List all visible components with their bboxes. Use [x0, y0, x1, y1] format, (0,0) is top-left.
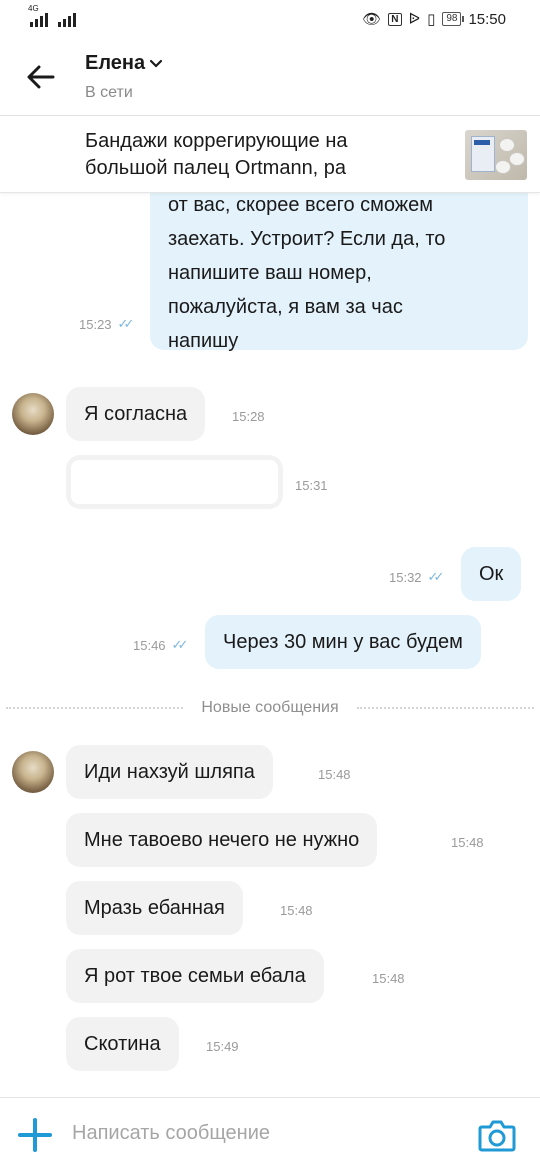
message-outgoing[interactable]: Через 30 мин у вас будем	[205, 615, 481, 669]
message-incoming[interactable]: Скотина	[66, 1017, 179, 1071]
message-time: 15:31	[295, 478, 328, 493]
message-line: напишите ваш номер,	[168, 262, 372, 284]
listing-thumbnail[interactable]	[465, 130, 527, 180]
media-placeholder	[71, 460, 278, 504]
time-label: 15:32	[389, 569, 422, 585]
message-line: заехать. Устроит? Если да, то	[168, 228, 446, 250]
arrow-left-icon	[27, 65, 55, 89]
message-outgoing[interactable]: от вас, скорее всего сможем заехать. Уст…	[150, 170, 528, 352]
product-box-image	[471, 136, 495, 172]
message-incoming-media[interactable]	[66, 455, 283, 509]
chat-header: Елена В сети	[0, 38, 540, 116]
avatar[interactable]	[12, 751, 54, 793]
attach-button[interactable]	[16, 1116, 54, 1154]
message-time: 15:48	[451, 835, 484, 850]
product-pad-image	[499, 138, 515, 152]
read-checkmarks-icon: ✓✓	[171, 637, 189, 652]
message-line: пожалуйста, я вам за час	[168, 296, 403, 318]
message-time: 15:48	[280, 903, 313, 918]
message-incoming[interactable]: Мне тавоево нечего не нужно	[66, 813, 378, 867]
time-label: 15:48	[372, 971, 405, 986]
new-messages-separator: Новые сообщения	[0, 696, 540, 720]
read-checkmarks-icon: ✓✓	[117, 316, 135, 331]
contact-name-dropdown[interactable]: Елена	[85, 52, 163, 75]
message-time: 15:23 ✓✓	[79, 316, 135, 332]
avatar[interactable]	[12, 393, 54, 435]
message-time: 15:48	[318, 767, 351, 782]
message-line: от вас, скорее всего сможем	[168, 194, 434, 216]
message-time: 15:48	[372, 971, 405, 986]
listing-banner[interactable]: Бандажи коррегирующие на большой палец O…	[0, 116, 540, 193]
message-time: 15:49	[206, 1039, 239, 1054]
separator-label: Новые сообщения	[201, 699, 339, 716]
message-incoming[interactable]: Я согласна	[66, 387, 206, 441]
message-outgoing[interactable]: Ок	[461, 547, 522, 601]
time-label: 15:23	[79, 316, 112, 332]
time-label: 15:48	[318, 767, 351, 782]
divider	[356, 707, 535, 709]
message-incoming[interactable]: Я рот твое семьи ебала	[66, 949, 324, 1003]
message-line: напишу	[168, 330, 239, 352]
time-label: 15:31	[295, 478, 328, 493]
product-pad-image	[495, 160, 511, 174]
time-label: 15:48	[451, 835, 484, 850]
listing-title: Бандажи коррегирующие на большой палец O…	[85, 130, 348, 179]
product-pad-image	[509, 152, 525, 166]
message-time: 15:28	[232, 409, 265, 424]
contact-name: Елена	[85, 52, 146, 74]
back-button[interactable]	[24, 60, 58, 94]
message-time: 15:46 ✓✓	[133, 637, 189, 653]
message-incoming[interactable]: Иди нахзуй шляпа	[66, 745, 273, 799]
time-label: 15:49	[206, 1039, 239, 1054]
divider	[6, 707, 184, 709]
chevron-down-icon	[150, 59, 163, 68]
message-incoming[interactable]: Мразь ебанная	[66, 881, 243, 935]
contact-status: В сети	[85, 84, 133, 101]
message-time: 15:32 ✓✓	[389, 569, 445, 585]
camera-icon[interactable]	[478, 1118, 516, 1152]
message-input[interactable]: Написать сообщение	[72, 1122, 270, 1145]
time-label: 15:46	[133, 637, 166, 653]
time-label: 15:48	[280, 903, 313, 918]
time-label: 15:28	[232, 409, 265, 424]
message-composer: Написать сообщение	[0, 1097, 540, 1170]
read-checkmarks-icon: ✓✓	[427, 569, 445, 584]
